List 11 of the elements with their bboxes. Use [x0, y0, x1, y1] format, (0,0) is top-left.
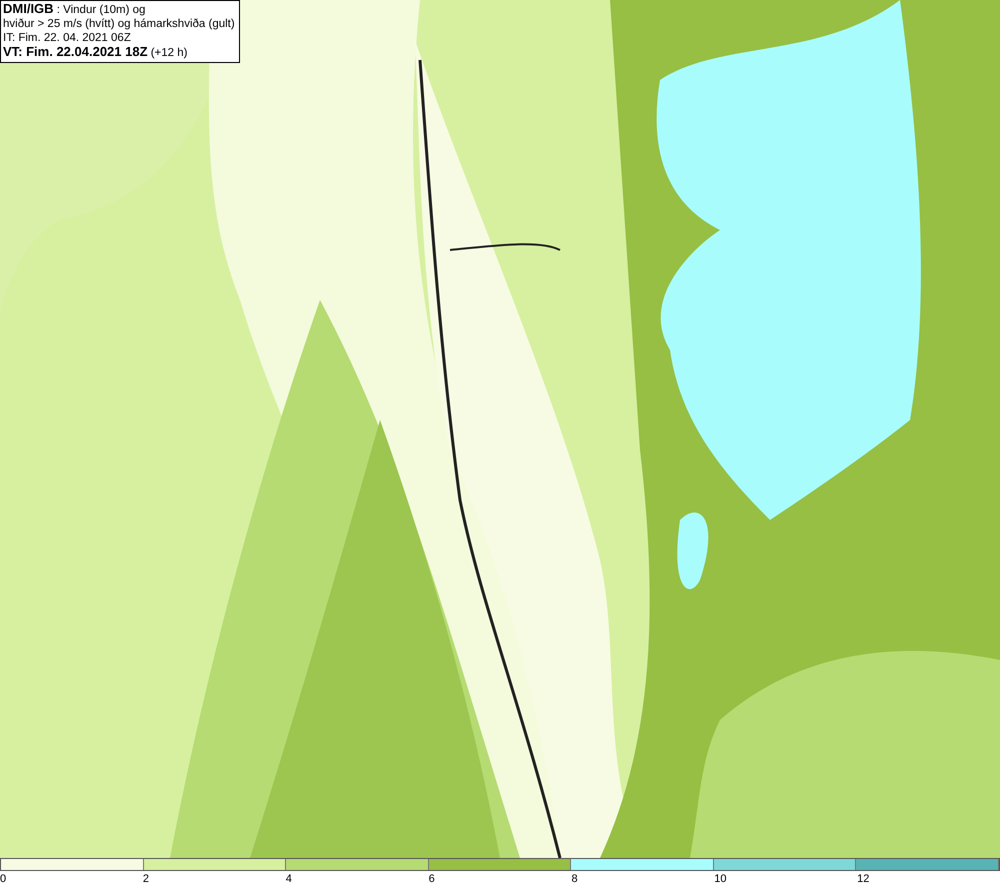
legend-label: 10: [714, 872, 727, 887]
legend-label: 12: [857, 872, 870, 887]
legend-label: 4: [286, 872, 292, 887]
legend-label: 2: [142, 872, 149, 887]
legend-label: 8: [571, 872, 578, 887]
legend-label: 6: [428, 872, 435, 887]
info-text: IT: Fim. 22. 04. 2021 06Z: [3, 31, 132, 45]
legend-label: 0: [0, 872, 6, 887]
info-text: hviður > 25 m/s (hvítt) og hámarkshviða (gult): [3, 17, 235, 31]
info-text: VT: Fim. 22.04.2021 18Z (+12 h): [3, 45, 188, 60]
info-text: DMI/IGB : Vindur (10m) og: [3, 2, 146, 17]
